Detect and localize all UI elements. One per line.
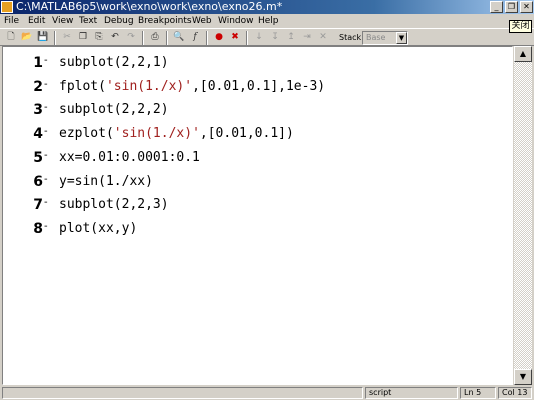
status-line: Ln 5	[460, 387, 496, 399]
menu-text[interactable]: Text	[79, 14, 97, 28]
menu-debug[interactable]: Debug	[104, 14, 134, 28]
line-number: 6	[33, 173, 43, 190]
code-line[interactable]: subplot(2,2,3)	[59, 197, 169, 213]
toolbar-separator	[54, 31, 56, 45]
print-icon[interactable]: ⎙	[148, 31, 162, 44]
scroll-up-button[interactable]: ▲	[514, 46, 532, 62]
toolbar-separator	[206, 31, 208, 45]
menu-edit[interactable]: Edit	[28, 14, 45, 28]
exit-debug-icon[interactable]: ✕	[316, 31, 330, 44]
breakpoint-marker[interactable]: -	[44, 103, 48, 113]
toolbar-separator	[246, 31, 248, 45]
status-message	[2, 387, 363, 399]
line-number: 7	[33, 197, 43, 214]
code-token: fplot(	[59, 78, 106, 94]
breakpoint-marker[interactable]: -	[44, 79, 48, 90]
step-out-icon[interactable]: ↥	[284, 31, 298, 44]
save-icon[interactable]: 💾	[36, 31, 50, 44]
maximize-button[interactable]: ❐	[505, 1, 518, 13]
breakpoint-marker[interactable]: -	[44, 127, 48, 137]
undo-icon[interactable]: ↶	[108, 31, 122, 44]
status-bar: script Ln 5 Col 13	[0, 386, 534, 400]
line-number: 5	[33, 149, 43, 166]
scroll-down-button[interactable]: ▼	[514, 369, 532, 385]
copy-icon[interactable]: ❐	[76, 31, 90, 44]
clear-breakpoint-icon[interactable]: ✖	[228, 31, 242, 44]
step-in-icon[interactable]: ↧	[268, 31, 282, 44]
cut-icon[interactable]: ✂	[60, 31, 74, 44]
menu-web[interactable]: Web	[192, 14, 212, 28]
paste-icon[interactable]: ⎘	[92, 31, 106, 44]
breakpoint-marker[interactable]: -	[44, 56, 48, 66]
stack-label: Stack:	[339, 33, 364, 42]
status-mode: script	[365, 387, 458, 399]
chevron-down-icon[interactable]: ▼	[396, 32, 407, 44]
breakpoint-marker[interactable]: -	[44, 174, 48, 185]
minimize-button[interactable]: _	[490, 1, 503, 13]
line-number-gutter[interactable]: 1-2-3-4-5-6-7-8-	[3, 47, 51, 384]
menu-help[interactable]: Help	[258, 14, 279, 28]
line-number: 8	[33, 220, 43, 237]
line-number: 2	[33, 78, 43, 95]
code-line[interactable]: y=sin(1./xx)	[59, 174, 153, 190]
code-token: y=sin(1./xx)	[59, 173, 153, 189]
code-line[interactable]: fplot('sin(1./x)',[0.01,0.1],1e-3)	[59, 79, 325, 95]
code-line[interactable]: subplot(2,2,2)	[59, 102, 169, 118]
toolbar: 🗋 📂 💾 ✂ ❐ ⎘ ↶ ↷ ⎙ 🔍 f ● ✖ ↓ ↧ ↥ ⇥ ✕ Stac…	[0, 28, 534, 46]
breakpoint-marker[interactable]: -	[44, 150, 48, 161]
open-folder-icon[interactable]: 📂	[20, 31, 34, 44]
code-editor[interactable]: 1-2-3-4-5-6-7-8- subplot(2,2,1) fplot('si…	[2, 46, 513, 385]
set-breakpoint-icon[interactable]: ●	[212, 31, 226, 44]
toolbar-separator	[142, 31, 144, 45]
code-token: ezplot(	[59, 126, 114, 142]
breakpoint-marker[interactable]: -	[44, 198, 48, 208]
window-title: C:\MATLAB6p5\work\exno\work\exno\exno26.…	[16, 0, 283, 13]
menu-bar: File Edit View Text Debug Breakpoints We…	[0, 14, 534, 28]
line-number: 1	[33, 55, 43, 71]
vertical-scrollbar[interactable]: ▲ ▼	[514, 46, 532, 385]
scroll-track[interactable]	[514, 62, 532, 369]
code-line[interactable]: plot(xx,y)	[59, 221, 137, 237]
new-file-icon[interactable]: 🗋	[4, 31, 18, 44]
code-line[interactable]: xx=0.01:0.0001:0.1	[59, 150, 200, 166]
code-token: subplot(2,2,3)	[59, 197, 169, 213]
breakpoint-marker[interactable]: -	[44, 221, 48, 232]
code-token: ,[0.01,0.1])	[199, 126, 294, 142]
code-token: plot(xx,y)	[59, 220, 138, 236]
code-token: subplot(2,2,2)	[59, 102, 169, 118]
string-literal: 'sin(1./x)'	[113, 126, 200, 142]
code-line[interactable]: subplot(2,2,1)	[59, 55, 169, 71]
menu-breakpoints[interactable]: Breakpoints	[138, 14, 192, 28]
toolbar-separator	[166, 31, 168, 45]
status-column: Col 13	[498, 387, 532, 399]
code-token: ,[0.01,0.1],1e-3)	[192, 78, 326, 94]
line-number: 4	[33, 126, 43, 143]
stack-value: Base	[366, 33, 386, 42]
menu-view[interactable]: View	[52, 14, 73, 28]
find-icon[interactable]: 🔍	[172, 31, 186, 44]
string-literal: 'sin(1./x)'	[105, 78, 193, 94]
redo-icon[interactable]: ↷	[124, 31, 138, 44]
stack-dropdown[interactable]: Base ▼	[362, 31, 408, 45]
menu-window[interactable]: Window	[218, 14, 254, 28]
title-bar: C:\MATLAB6p5\work\exno\work\exno\exno26.…	[0, 0, 534, 14]
step-icon[interactable]: ↓	[252, 31, 266, 44]
line-number: 3	[33, 102, 43, 119]
close-tooltip: 关闭	[509, 20, 532, 33]
close-button[interactable]: ✕	[520, 1, 533, 13]
code-line[interactable]: ezplot('sin(1./x)',[0.01,0.1])	[59, 126, 294, 142]
continue-icon[interactable]: ⇥	[300, 31, 314, 44]
matlab-editor-icon	[1, 1, 13, 13]
code-token: subplot(2,2,1)	[59, 55, 169, 70]
code-token: xx=0.01:0.0001:0.1	[59, 149, 200, 165]
menu-file[interactable]: File	[4, 14, 19, 28]
function-icon[interactable]: f	[188, 31, 202, 44]
